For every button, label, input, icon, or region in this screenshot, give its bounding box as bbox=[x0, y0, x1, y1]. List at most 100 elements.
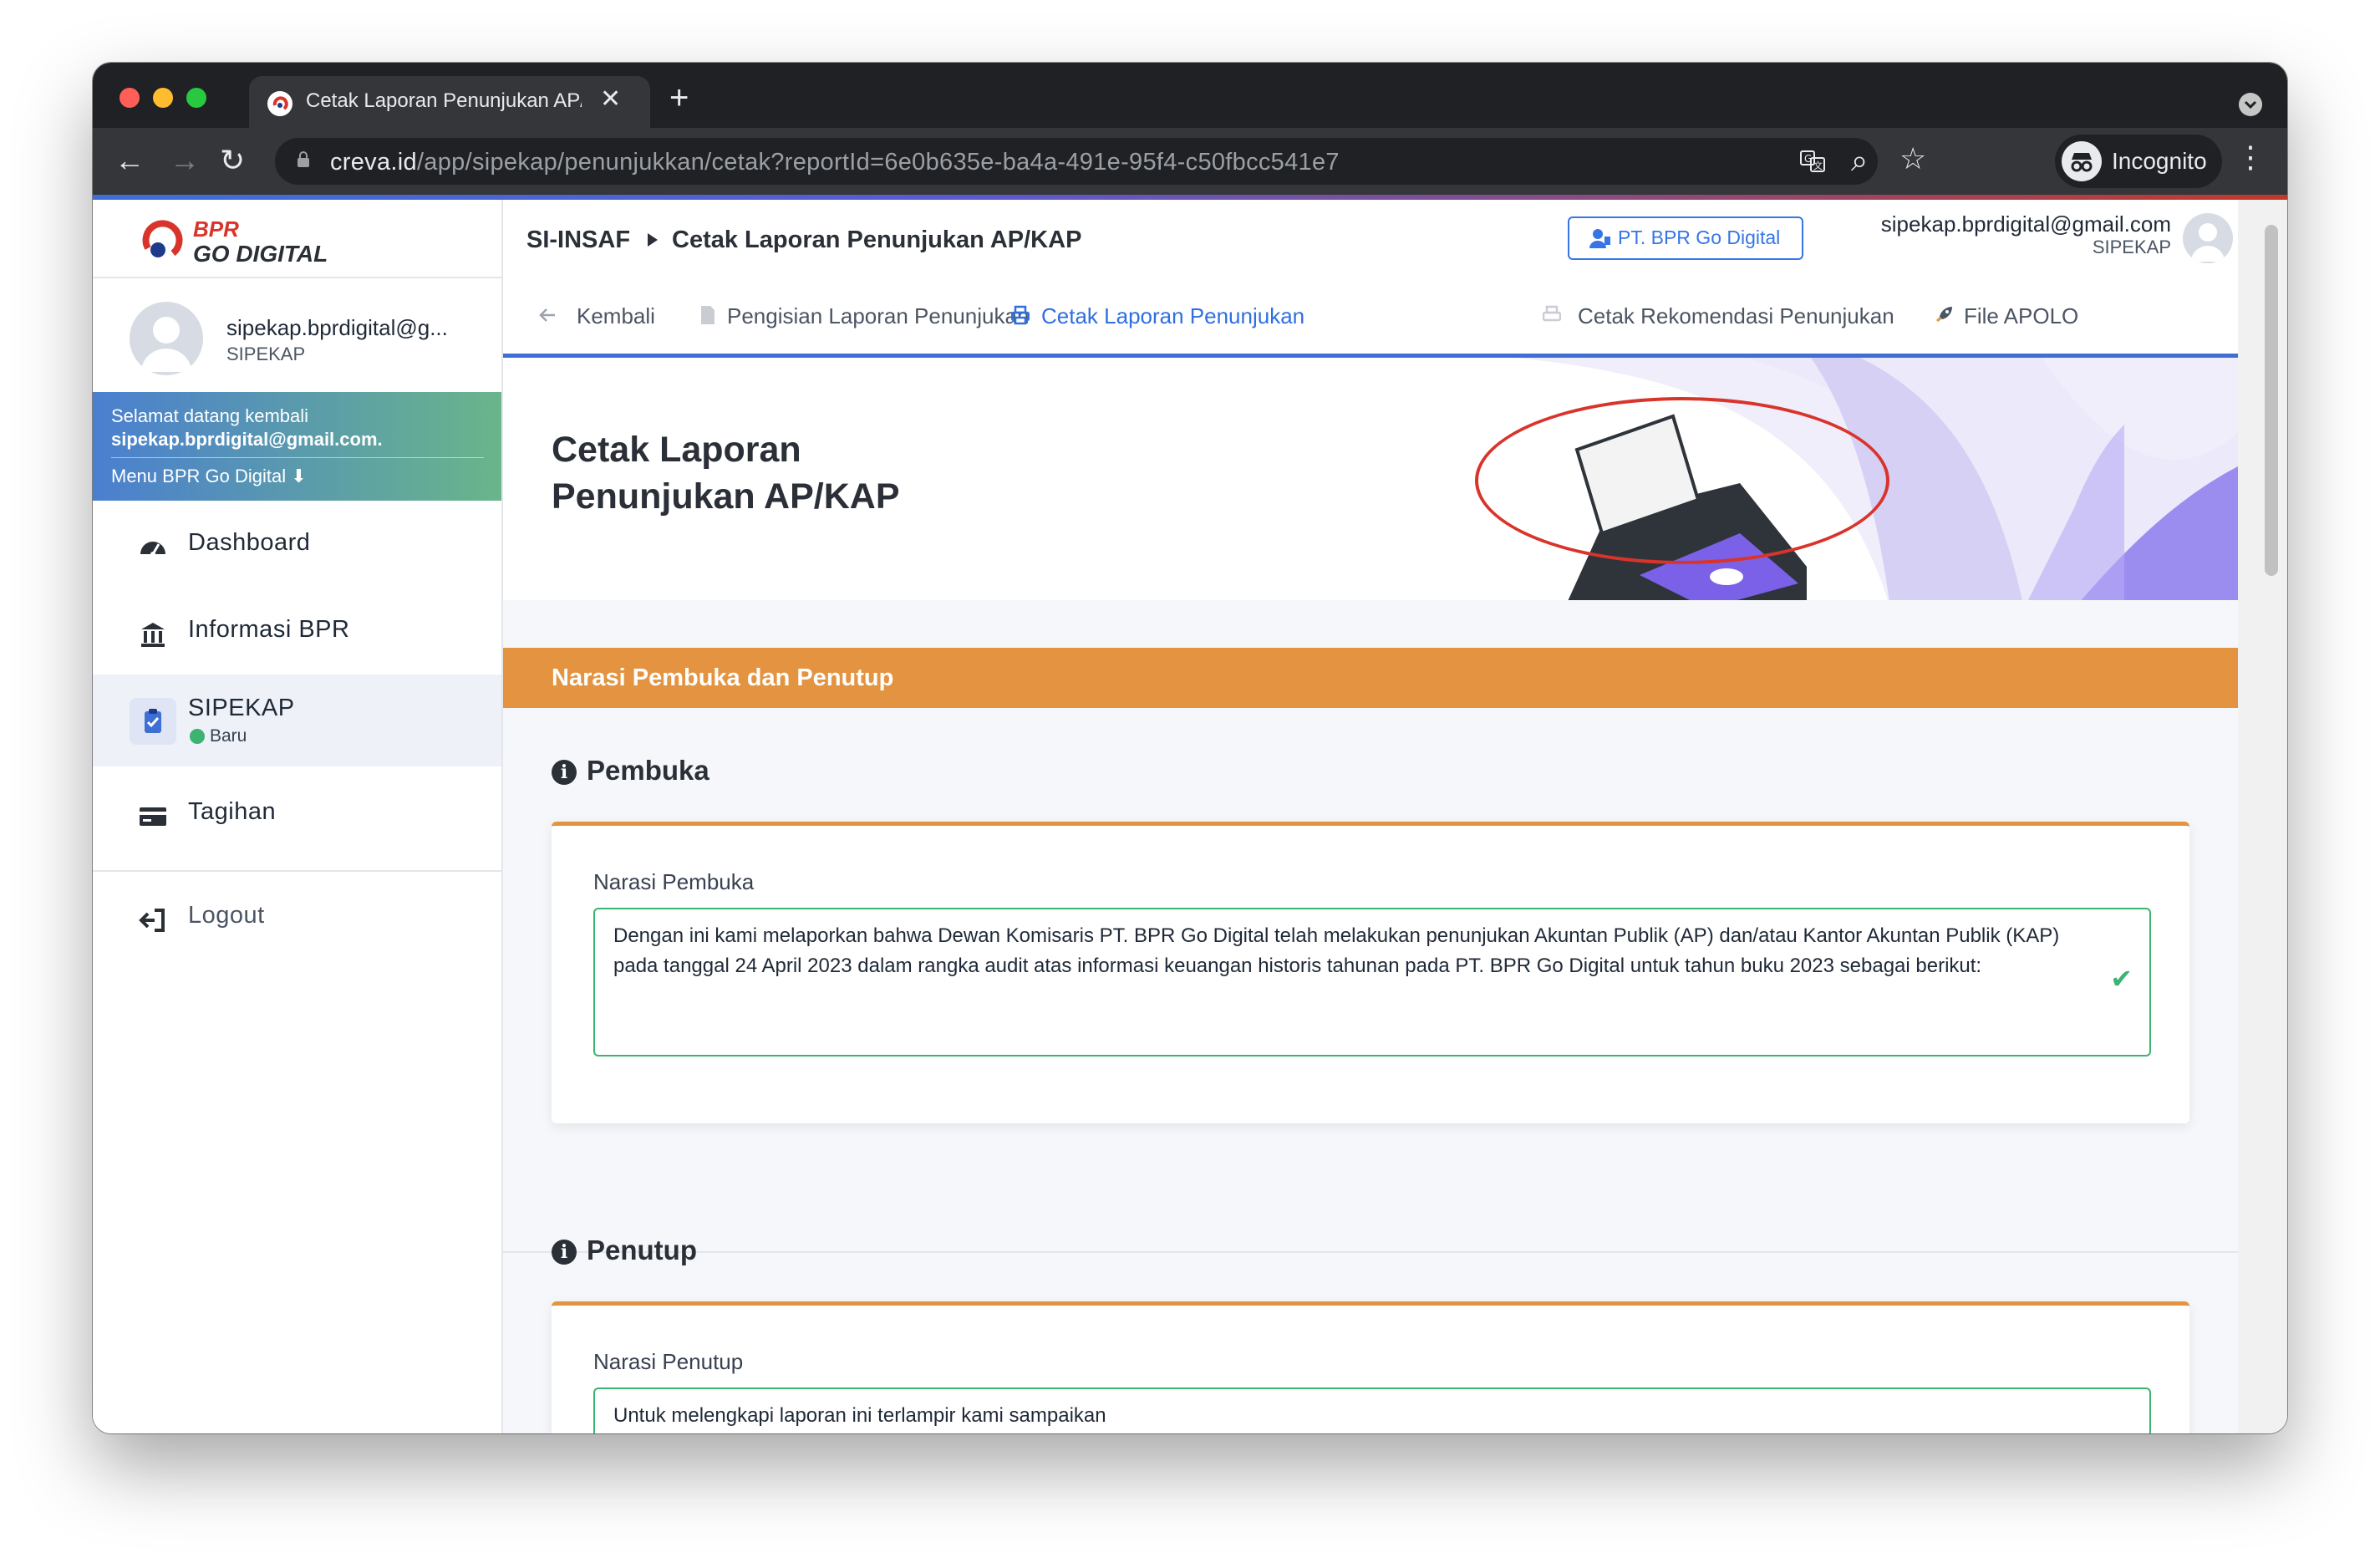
page-scrollbar[interactable] bbox=[2238, 200, 2287, 1433]
bank-icon bbox=[141, 623, 165, 647]
tab-file-apolo[interactable]: File APOLO bbox=[1964, 303, 2078, 329]
hero-title: Cetak Laporan Penunjukan AP/KAP bbox=[552, 426, 1053, 520]
section-divider bbox=[503, 1251, 2238, 1253]
close-window-button[interactable] bbox=[120, 88, 140, 108]
narasi-pembuka-label: Narasi Pembuka bbox=[593, 869, 755, 894]
sidebar: BPR GO DIGITAL sipekap.bprdigital@g... S… bbox=[93, 200, 503, 1433]
info-icon: i bbox=[552, 1240, 577, 1265]
info-icon: i bbox=[552, 760, 577, 786]
sidebar-item-dashboard[interactable]: Dashboard bbox=[93, 501, 501, 593]
narasi-penutup-textarea[interactable]: Untuk melengkapi laporan ini terlampir k… bbox=[593, 1387, 2151, 1433]
logo-text-go-digital: GO DIGITAL bbox=[193, 241, 328, 267]
sidebar-item-label: Logout bbox=[188, 902, 265, 929]
reload-icon[interactable]: ↻ bbox=[220, 143, 245, 178]
url-text: creva.id/app/sipekap/penunjukkan/cetak?r… bbox=[330, 149, 1340, 176]
header-avatar[interactable] bbox=[2183, 213, 2233, 263]
address-bar[interactable]: creva.id/app/sipekap/penunjukkan/cetak?r… bbox=[275, 138, 1926, 185]
report-nav-tabs: Kembali Pengisian Laporan Penunjukan Cet… bbox=[503, 280, 2238, 358]
browser-menu-icon[interactable]: ⋮ bbox=[2235, 140, 2266, 175]
translate-icon[interactable]: G文 bbox=[1799, 148, 1826, 181]
valid-check-icon: ✔ bbox=[2110, 964, 2133, 994]
welcome-email: sipekap.bprdigital@gmail.com. bbox=[111, 429, 383, 450]
logout-icon bbox=[139, 909, 165, 932]
sidebar-user-role: SIPEKAP bbox=[226, 344, 306, 364]
tab-kembali[interactable]: Kembali bbox=[577, 303, 655, 329]
sidebar-item-label: Tagihan bbox=[188, 798, 277, 825]
penutup-card: Narasi Penutup Untuk melengkapi laporan … bbox=[552, 1301, 2189, 1433]
sidebar-user-email: sipekap.bprdigital@g... bbox=[226, 315, 448, 340]
minimize-window-button[interactable] bbox=[153, 88, 173, 108]
incognito-label: Incognito bbox=[2112, 148, 2207, 174]
browser-toolbar: ← → ↻ creva.id/app/sipekap/penunjukkan/c… bbox=[93, 128, 2287, 195]
sidebar-item-informasi-bpr[interactable]: Informasi BPR bbox=[93, 588, 501, 680]
user-tie-icon bbox=[1589, 229, 1610, 248]
web-page: BPR GO DIGITAL sipekap.bprdigital@g... S… bbox=[93, 200, 2287, 1433]
penutup-heading-text: Penutup bbox=[587, 1235, 697, 1265]
narasi-penutup-text: Untuk melengkapi laporan ini terlampir k… bbox=[613, 1404, 1106, 1427]
zoom-icon[interactable]: ⌕ bbox=[1851, 143, 1868, 179]
sidebar-item-tagihan[interactable]: Tagihan bbox=[93, 770, 501, 862]
sidebar-item-label: Dashboard bbox=[188, 529, 311, 556]
tab-pengisian-laporan[interactable]: Pengisian Laporan Penunjukan bbox=[727, 303, 1029, 329]
rocket-icon bbox=[1936, 307, 1952, 322]
back-arrow-icon[interactable]: ← bbox=[114, 143, 145, 178]
penutup-heading: i Penutup bbox=[552, 1235, 697, 1266]
main-content: SI-INSAF Cetak Laporan Penunjukan AP/KAP… bbox=[503, 200, 2238, 1433]
narasi-pembuka-text: Dengan ini kami melaporkan bahwa Dewan K… bbox=[613, 924, 2060, 977]
arrow-left-icon bbox=[539, 308, 555, 322]
sidebar-divider bbox=[93, 870, 501, 872]
breadcrumb-separator-icon bbox=[648, 233, 658, 247]
sidebar-item-label: Informasi BPR bbox=[188, 616, 350, 643]
browser-tab[interactable]: Cetak Laporan Penunjukan AP/KAP ✕ bbox=[249, 76, 650, 128]
scrollbar-thumb[interactable] bbox=[2265, 225, 2278, 576]
svg-text:文: 文 bbox=[1813, 160, 1823, 171]
tab-cetak-laporan[interactable]: Cetak Laporan Penunjukan bbox=[1041, 303, 1304, 329]
dashboard-gauge-icon bbox=[140, 542, 165, 557]
section-header-narasi: Narasi Pembuka dan Penutup bbox=[503, 648, 2238, 708]
bpr-go-digital-logo[interactable]: BPR GO DIGITAL bbox=[130, 211, 330, 270]
tab-title: Cetak Laporan Penunjukan AP/KAP bbox=[306, 89, 582, 112]
status-badge: Baru bbox=[190, 726, 247, 746]
pembuka-heading-text: Pembuka bbox=[587, 755, 709, 786]
sidebar-divider bbox=[93, 277, 501, 278]
sidebar-item-logout[interactable]: Logout bbox=[93, 873, 501, 965]
page-title: Cetak Laporan Penunjukan AP/KAP bbox=[672, 227, 1082, 253]
new-tab-button[interactable]: + bbox=[669, 81, 689, 115]
sidebar-item-sipekap[interactable]: SIPEKAP Baru bbox=[93, 675, 501, 766]
welcome-text: Selamat datang kembali bbox=[111, 405, 309, 426]
url-host: creva.id bbox=[330, 149, 417, 176]
hero-title-line1: Cetak Laporan bbox=[552, 430, 801, 470]
browser-window: Cetak Laporan Penunjukan AP/KAP ✕ + ← → … bbox=[93, 63, 2287, 1433]
sidebar-item-label: SIPEKAP bbox=[188, 695, 295, 721]
maximize-window-button[interactable] bbox=[186, 88, 206, 108]
welcome-banner: Selamat datang kembali sipekap.bprdigita… bbox=[93, 392, 501, 501]
url-path: /app/sipekap/penunjukkan/cetak?reportId=… bbox=[416, 149, 1340, 176]
clipboard-check-icon bbox=[145, 709, 161, 733]
tab-search-icon[interactable] bbox=[2239, 93, 2262, 116]
breadcrumb-root[interactable]: SI-INSAF bbox=[526, 227, 630, 254]
tab-cetak-rekomendasi[interactable]: Cetak Rekomendasi Penunjukan bbox=[1578, 303, 1894, 329]
hero-title-line2: Penunjukan AP/KAP bbox=[552, 476, 900, 517]
print-icon bbox=[1011, 305, 1030, 325]
forward-arrow-icon[interactable]: → bbox=[170, 143, 200, 178]
status-badge-label: Baru bbox=[210, 726, 247, 746]
lock-icon bbox=[298, 151, 309, 167]
incognito-icon bbox=[2062, 141, 2102, 181]
welcome-divider bbox=[111, 457, 484, 458]
header-user-email: sipekap.bprdigital@gmail.com bbox=[1880, 211, 2171, 237]
credit-card-icon bbox=[140, 807, 166, 826]
narasi-pembuka-textarea[interactable]: Dengan ini kami melaporkan bahwa Dewan K… bbox=[593, 908, 2151, 1056]
incognito-profile-button[interactable]: Incognito bbox=[2055, 135, 2222, 188]
bookmark-star-icon[interactable]: ☆ bbox=[1899, 141, 1926, 176]
pembuka-heading: i Pembuka bbox=[552, 755, 709, 787]
menu-bpr-go-digital-link[interactable]: Menu BPR Go Digital ⬇ bbox=[111, 466, 307, 487]
site-favicon-icon bbox=[267, 91, 292, 116]
logo-text-bpr: BPR bbox=[193, 216, 239, 242]
status-dot-icon bbox=[190, 729, 205, 745]
narasi-penutup-label: Narasi Penutup bbox=[593, 1349, 744, 1374]
tab-close-icon[interactable]: ✕ bbox=[600, 84, 621, 114]
annotation-highlight-ellipse bbox=[1475, 397, 1889, 564]
bpr-switch-button[interactable]: PT. BPR Go Digital bbox=[1568, 216, 1803, 260]
hero-banner: Cetak Laporan Penunjukan AP/KAP bbox=[503, 358, 2238, 600]
top-header: SI-INSAF Cetak Laporan Penunjukan AP/KAP… bbox=[503, 200, 2238, 282]
